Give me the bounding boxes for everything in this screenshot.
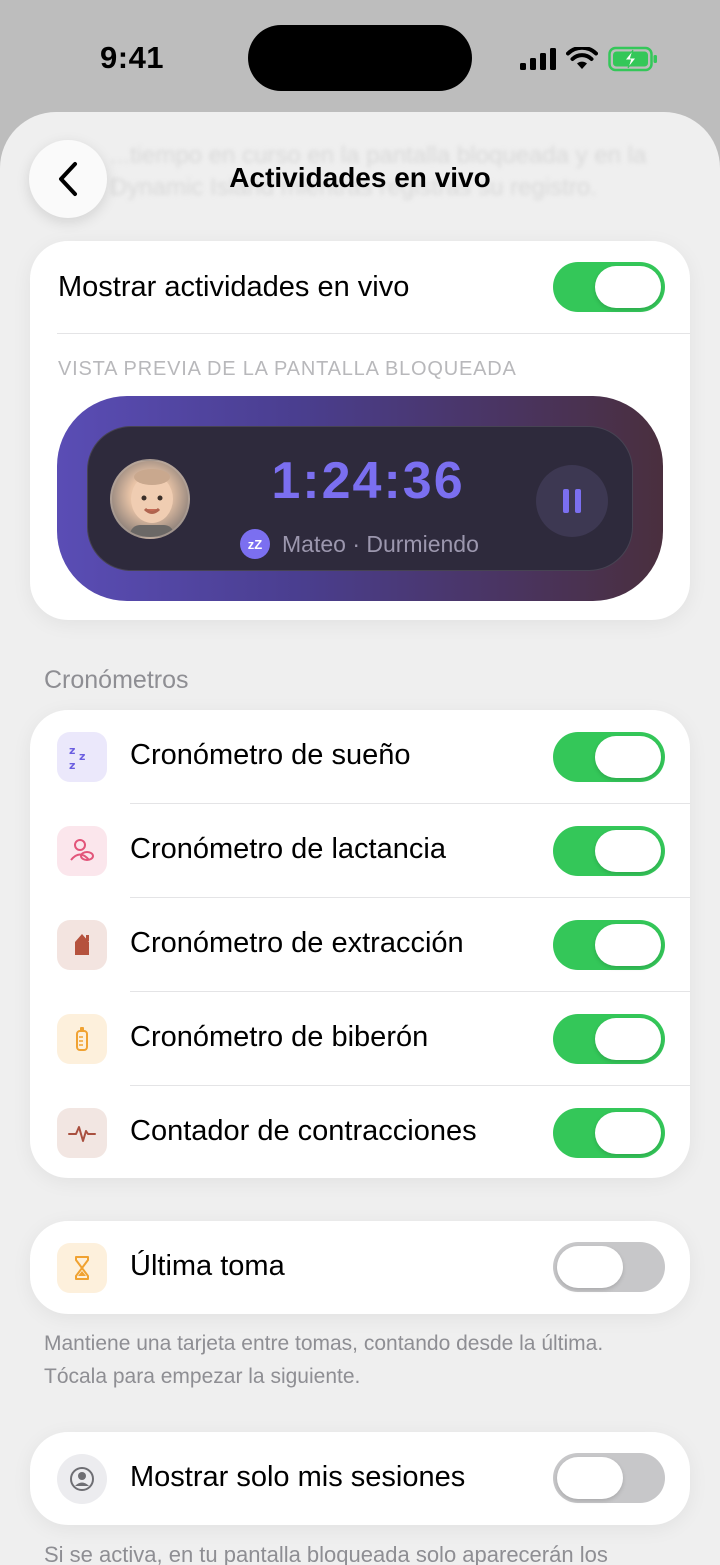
lock-screen-preview: 1:24:36 zZ Mateo · Durmiendo bbox=[57, 396, 663, 601]
bottle-timer-toggle[interactable] bbox=[553, 1014, 665, 1064]
my-sessions-card: Mostrar solo mis sesiones bbox=[30, 1432, 690, 1525]
pause-icon bbox=[563, 489, 581, 513]
my-sessions-label: Mostrar solo mis sesiones bbox=[130, 1461, 466, 1493]
live-activities-label: Mostrar actividades en vivo bbox=[58, 271, 410, 303]
last-feed-footnote: Mantiene una tarjeta entre tomas, contan… bbox=[44, 1332, 604, 1388]
breastfeeding-timer-toggle[interactable] bbox=[553, 826, 665, 876]
bottle-icon bbox=[57, 1014, 107, 1064]
dynamic-island bbox=[248, 25, 472, 91]
last-feed-label: Última toma bbox=[130, 1250, 285, 1282]
pump-icon bbox=[57, 920, 107, 970]
live-activities-toggle[interactable] bbox=[553, 262, 665, 312]
live-activity-preview: 1:24:36 zZ Mateo · Durmiendo bbox=[87, 426, 633, 571]
svg-text:z: z bbox=[69, 744, 75, 757]
timer-label: Cronómetro de biberón bbox=[130, 1021, 429, 1053]
battery-charging-icon bbox=[608, 46, 657, 72]
preview-subtitle-row: zZ Mateo · Durmiendo bbox=[240, 529, 479, 559]
sleep-timer-toggle[interactable] bbox=[553, 732, 665, 782]
page-title: Actividades en vivo bbox=[229, 162, 491, 193]
svg-text:z: z bbox=[79, 750, 85, 763]
timer-row-pumping: Cronómetro de extracción bbox=[30, 898, 690, 992]
breastfeeding-icon bbox=[57, 826, 107, 876]
my-sessions-footnote: Si se activa, en tu pantalla bloqueada s… bbox=[44, 1542, 608, 1565]
contractions-counter-toggle[interactable] bbox=[553, 1108, 665, 1158]
pulse-icon bbox=[57, 1108, 107, 1158]
pumping-timer-toggle[interactable] bbox=[553, 920, 665, 970]
timer-label: Cronómetro de sueño bbox=[130, 739, 411, 771]
timer-row-bottle: Cronómetro de biberón bbox=[30, 992, 690, 1086]
live-activities-card: Mostrar actividades en vivo VISTA PREVIA… bbox=[30, 241, 690, 620]
svg-text:z: z bbox=[69, 759, 75, 772]
timers-section-header: Cronómetros bbox=[44, 666, 189, 694]
person-icon bbox=[57, 1454, 107, 1504]
timer-row-breastfeeding: Cronómetro de lactancia bbox=[30, 804, 690, 898]
sleep-zz-icon: z z z bbox=[57, 732, 107, 782]
divider bbox=[57, 333, 690, 334]
my-sessions-toggle[interactable] bbox=[553, 1453, 665, 1503]
timers-card: z z z Cronómetro de sueño Cronómetro de … bbox=[30, 710, 690, 1178]
wifi-icon bbox=[566, 47, 598, 69]
sleep-zz-icon: zZ bbox=[240, 529, 270, 559]
last-feed-card: Última toma bbox=[30, 1221, 690, 1314]
timer-label: Contador de contracciones bbox=[130, 1115, 477, 1147]
hourglass-icon bbox=[57, 1243, 107, 1293]
pause-button bbox=[536, 465, 608, 537]
timer-label: Cronómetro de lactancia bbox=[130, 833, 446, 865]
preview-caption: VISTA PREVIA DE LA PANTALLA BLOQUEADA bbox=[58, 358, 517, 380]
preview-subtitle: Mateo · Durmiendo bbox=[282, 530, 479, 557]
status-bar: 9:41 bbox=[0, 0, 720, 112]
cellular-signal-icon bbox=[520, 48, 556, 70]
status-icons bbox=[520, 44, 658, 74]
timer-label: Cronómetro de extracción bbox=[130, 927, 464, 959]
timer-row-sleep: z z z Cronómetro de sueño bbox=[30, 710, 690, 804]
last-feed-toggle[interactable] bbox=[553, 1242, 665, 1292]
timer-row-contractions: Contador de contracciones bbox=[30, 1086, 690, 1180]
status-time: 9:41 bbox=[100, 40, 165, 75]
